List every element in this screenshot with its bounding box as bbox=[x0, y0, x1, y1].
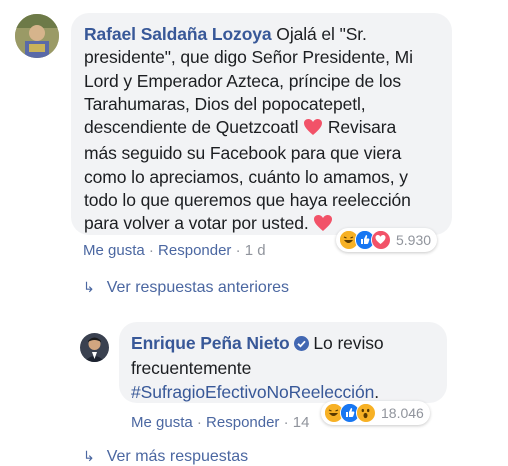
comment-author-rafael[interactable]: Rafael Saldaña Lozoya bbox=[84, 24, 272, 44]
separator-dot: · bbox=[148, 242, 159, 259]
reactions-summary-enrique[interactable]: 18.046 bbox=[321, 401, 430, 425]
like-link[interactable]: Me gusta bbox=[83, 242, 145, 259]
comment-author-enrique[interactable]: Enrique Peña Nieto bbox=[131, 333, 290, 353]
separator-dot: · bbox=[235, 242, 245, 259]
wow-icon bbox=[356, 403, 376, 423]
reply-arrow-icon: ↳ bbox=[83, 448, 95, 464]
heart-emoji-icon bbox=[303, 118, 323, 142]
reaction-count-enrique[interactable]: 18.046 bbox=[381, 405, 424, 421]
view-more-replies[interactable]: ↳ Ver más respuestas bbox=[83, 448, 248, 466]
reply-arrow-icon: ↳ bbox=[83, 279, 95, 295]
comment-text-enrique: Enrique Peña Nieto Lo reviso frecuenteme… bbox=[131, 333, 384, 402]
reactions-summary-rafael[interactable]: 5.930 bbox=[336, 228, 438, 252]
separator-dot: · bbox=[283, 414, 293, 431]
heart-emoji-icon bbox=[313, 214, 333, 238]
view-previous-replies[interactable]: ↳ Ver respuestas anteriores bbox=[83, 279, 289, 297]
hashtag-link[interactable]: #SufragioEfectivoNoReelección bbox=[131, 382, 374, 402]
comment-bubble-rafael: Rafael Saldaña Lozoya Ojalá el "Sr. pres… bbox=[71, 13, 452, 235]
reply-link[interactable]: Responder bbox=[206, 414, 279, 431]
comment-actions-rafael: Me gusta · Responder · 1 d bbox=[83, 242, 266, 259]
reaction-count-rafael[interactable]: 5.930 bbox=[396, 232, 431, 248]
comment-text-rafael: Rafael Saldaña Lozoya Ojalá el "Sr. pres… bbox=[84, 23, 454, 239]
avatar-rafael[interactable] bbox=[15, 14, 59, 58]
comment-bubble-enrique: Enrique Peña Nieto Lo reviso frecuenteme… bbox=[119, 322, 447, 403]
comment-timestamp[interactable]: 1 d bbox=[245, 242, 266, 259]
verified-badge-icon bbox=[293, 334, 309, 357]
reply-link[interactable]: Responder bbox=[158, 242, 231, 259]
comment-actions-enrique: Me gusta · Responder · 14 bbox=[131, 414, 309, 431]
avatar-enrique[interactable] bbox=[80, 333, 109, 362]
love-icon bbox=[371, 230, 391, 250]
comment-timestamp[interactable]: 14 bbox=[293, 414, 310, 431]
like-link[interactable]: Me gusta bbox=[131, 414, 193, 431]
separator-dot: · bbox=[196, 414, 207, 431]
